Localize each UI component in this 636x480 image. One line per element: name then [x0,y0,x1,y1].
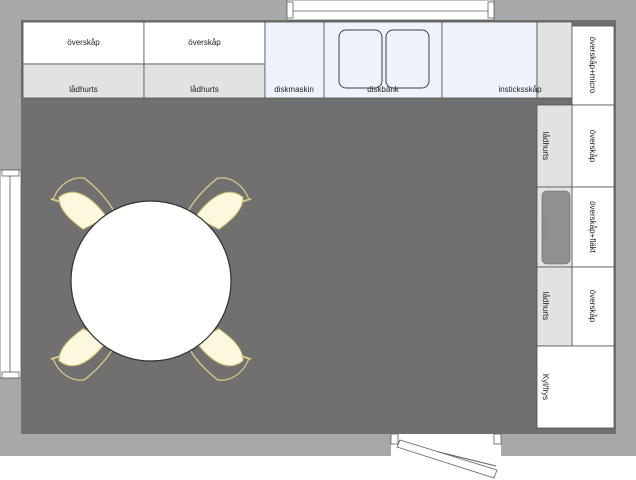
label-drawer-unit-top-2: lådhurts [190,85,218,94]
sink-basin-left [338,29,383,89]
label-drawer-unit-right-1: lådhurts [541,132,550,160]
label-hob: spishäll [541,214,550,241]
kitchen-floor-plan: överskåp överskåp lådhurts lådhurts disk… [0,0,636,479]
label-sink-unit: diskbänk [367,85,400,94]
label-drawer-unit-right-2: lådhurts [541,292,550,320]
label-upper-cabinet-hood: överskåp+fläkt [588,201,597,254]
door [390,433,502,479]
label-upper-cabinet-top-1: överskåp [67,38,100,47]
dining-table [70,200,232,362]
top-window [286,0,495,21]
left-window [0,169,22,379]
sink-basin-right [385,29,430,89]
label-dishwasher: diskmaskin [274,85,314,94]
label-drawer-unit-top-1: lådhurts [69,85,97,94]
label-insert-cabinet: insticksskåp [498,85,542,94]
label-upper-cabinet-micro: överskåp+micro [588,37,597,94]
label-upper-cabinet-right-2: överskåp [588,290,597,323]
label-fridge-freezer: Kyl/frys [541,374,550,400]
corner-cabinet [536,21,573,99]
label-upper-cabinet-right-1: överskåp [588,130,597,163]
label-upper-cabinet-top-2: överskåp [188,38,221,47]
